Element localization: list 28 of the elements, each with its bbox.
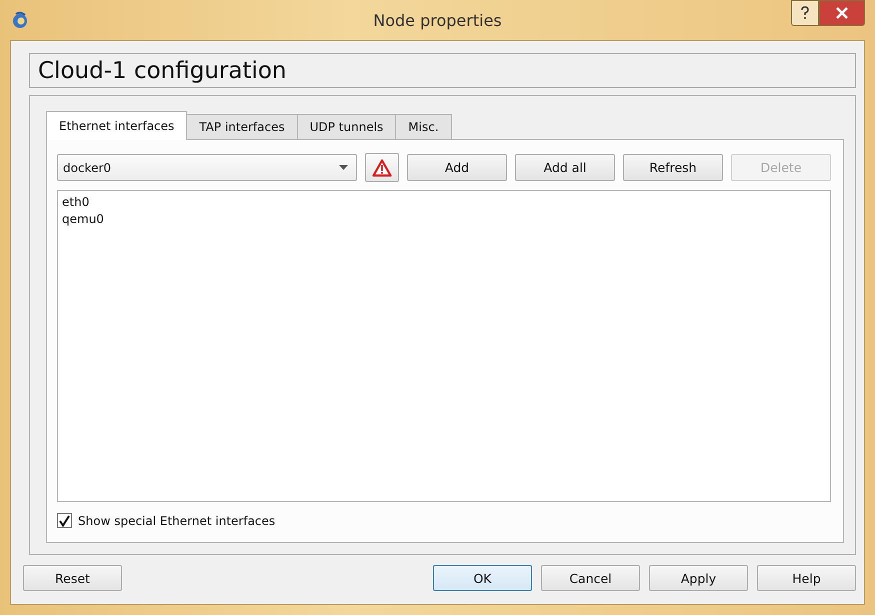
action-button[interactable]: Add (407, 154, 507, 181)
interface-list-item[interactable]: qemu0 (62, 211, 826, 228)
tab[interactable]: UDP tunnels (296, 114, 396, 139)
app-logo-icon (10, 10, 30, 30)
close-icon (836, 7, 848, 19)
tab[interactable]: Misc. (395, 114, 452, 139)
action-button[interactable]: Add all (515, 154, 615, 181)
interface-list-item[interactable]: eth0 (62, 194, 826, 211)
interface-dropdown[interactable]: docker0 (57, 154, 357, 181)
configuration-title: Cloud-1 configuration (38, 58, 287, 84)
checkbox[interactable] (57, 513, 72, 528)
action-button[interactable]: Refresh (623, 154, 723, 181)
close-button[interactable] (819, 0, 865, 26)
reset-button[interactable]: Reset (23, 565, 122, 591)
tab[interactable]: TAP interfaces (186, 114, 298, 139)
checkmark-icon (59, 514, 70, 526)
dialog-button[interactable]: Cancel (541, 565, 640, 591)
dialog-button[interactable]: Help (757, 565, 856, 591)
question-mark-icon (800, 6, 810, 20)
warning-button[interactable] (365, 153, 399, 182)
window-title: Node properties (372, 10, 503, 30)
tab[interactable]: Ethernet interfaces (46, 111, 188, 140)
warning-icon (372, 158, 392, 176)
dialog-button[interactable]: Apply (649, 565, 748, 591)
show-special-checkbox[interactable]: Show special Ethernet interfaces (57, 513, 276, 528)
help-button[interactable] (791, 0, 819, 26)
dropdown-caret-icon (339, 165, 348, 170)
dialog-button[interactable]: OK (433, 565, 532, 591)
